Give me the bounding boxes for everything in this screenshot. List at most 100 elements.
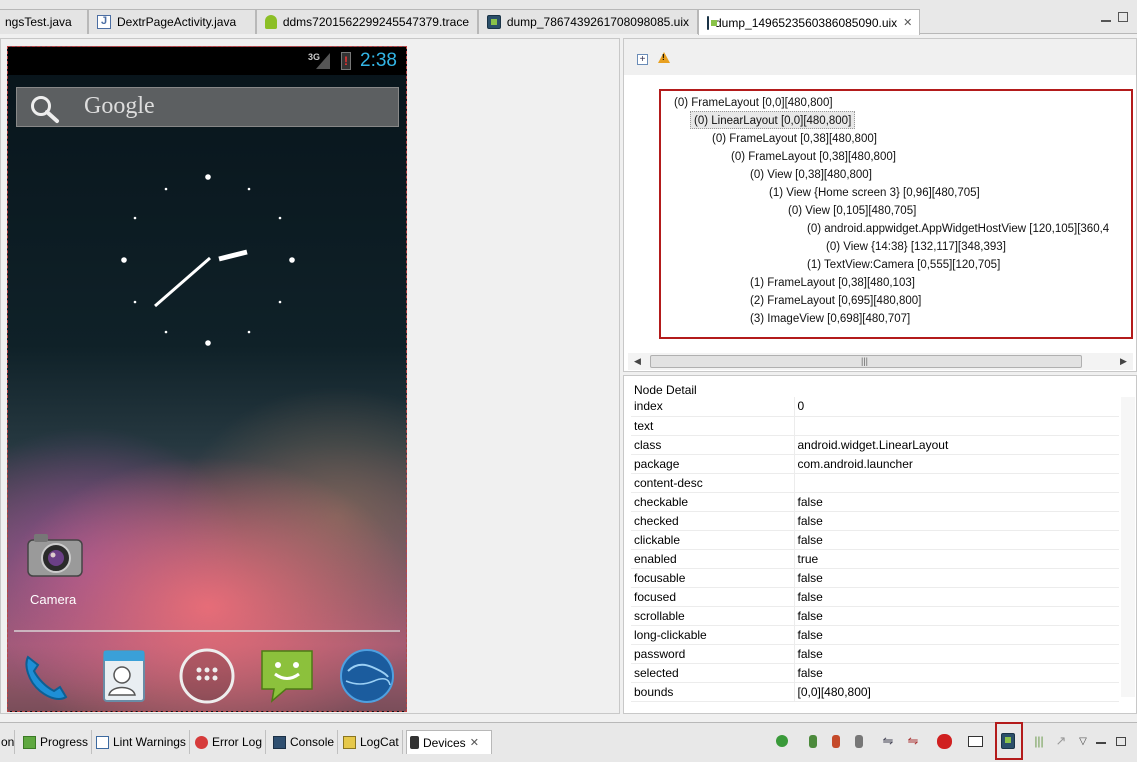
detail-key: long-clickable [631, 625, 795, 645]
tree-node[interactable]: (0) android.appwidget.AppWidgetHostView … [807, 220, 1109, 238]
maximize-icon[interactable] [1118, 12, 1128, 22]
editor-tab[interactable]: dump_7867439261708098085.uix [478, 9, 698, 34]
tree-node[interactable]: (1) FrameLayout [0,38][480,103] [750, 274, 915, 292]
detail-value: false [794, 492, 1119, 512]
warning-icon[interactable] [658, 52, 670, 63]
detail-row[interactable]: text [631, 416, 1119, 436]
vertical-scrollbar[interactable] [1121, 397, 1135, 697]
detail-row[interactable]: scrollable false [631, 606, 1119, 626]
detail-row[interactable]: password false [631, 644, 1119, 664]
screen-capture-icon[interactable] [966, 732, 984, 750]
detail-value: 0 [794, 397, 1119, 417]
tree-node[interactable]: (0) FrameLayout [0,0][480,800] [674, 94, 833, 112]
tree-node[interactable]: (3) ImageView [0,698][480,707] [750, 310, 910, 328]
device-screenshot[interactable]: 3G 2:38 Google [7, 46, 407, 712]
detail-key: content-desc [631, 473, 795, 493]
tree-node[interactable]: (1) TextView:Camera [0,555][120,705] [807, 256, 1000, 274]
camera-app-label: Camera [30, 592, 77, 607]
scroll-left-icon[interactable]: ◀ [634, 356, 641, 367]
contacts-app-icon[interactable] [96, 647, 154, 705]
editor-tab-label: dump_7867439261708098085.uix [506, 15, 689, 29]
tree-node[interactable]: (1) View {Home screen 3} [0,96][480,705] [769, 184, 980, 202]
progress-icon [23, 735, 36, 749]
detail-key: clickable [631, 530, 795, 550]
bottom-tab-label: Lint Warnings [113, 735, 186, 749]
bottom-tab-lint-warnings[interactable]: Lint Warnings [93, 730, 190, 754]
detail-key: focused [631, 587, 795, 607]
detail-key: class [631, 435, 795, 455]
bottom-tab[interactable]: on [0, 730, 15, 754]
bottom-tab-console[interactable]: Console [270, 730, 339, 754]
editor-tab-label: DextrPageActivity.java [117, 15, 237, 29]
close-icon[interactable]: ✕ [470, 736, 479, 749]
editor-tab-active[interactable]: dump_1496523560386085090.uix ✕ [698, 9, 920, 35]
detail-row[interactable]: content-desc [631, 473, 1119, 493]
opengl-trace-icon[interactable]: ↗ [1052, 732, 1070, 750]
bottom-tab-logcat[interactable]: LogCat [340, 730, 403, 754]
tree-toolbar: + [624, 39, 1136, 75]
scroll-right-icon[interactable]: ▶ [1120, 356, 1127, 367]
detail-row[interactable]: focusable false [631, 568, 1119, 588]
tree-node[interactable]: (2) FrameLayout [0,695][480,800] [750, 292, 921, 310]
bottom-tab-progress[interactable]: Progress [20, 730, 93, 754]
scrollbar-thumb[interactable]: ||| [650, 355, 1082, 368]
hierarchy-tree-panel: + (0) FrameLayout [0,0][480,800] (0) Lin… [623, 38, 1137, 372]
detail-row[interactable]: class android.widget.LinearLayout [631, 435, 1119, 455]
editor-tab[interactable]: ddms7201562299245547379.trace [256, 9, 478, 34]
detail-row[interactable]: enabled true [631, 549, 1119, 569]
bottom-tab-devices[interactable]: Devices ✕ [406, 730, 492, 754]
stop-process-icon[interactable] [935, 732, 953, 750]
detail-row[interactable]: checkable false [631, 492, 1119, 512]
detail-row[interactable]: index 0 [631, 397, 1119, 417]
detail-value: false [794, 587, 1119, 607]
expand-all-icon[interactable]: + [637, 54, 648, 65]
messaging-app-icon[interactable] [258, 647, 316, 705]
android-icon [265, 15, 277, 29]
tree-node[interactable]: (0) FrameLayout [0,38][480,800] [712, 130, 877, 148]
dock-divider [14, 630, 400, 632]
update-threads-icon[interactable]: ⇋ [879, 732, 897, 750]
browser-app-icon[interactable] [338, 647, 396, 705]
bottom-tab-error-log[interactable]: Error Log [192, 730, 267, 754]
tree-node[interactable]: (0) FrameLayout [0,38][480,800] [731, 148, 896, 166]
detail-row[interactable]: clickable false [631, 530, 1119, 550]
detail-key: selected [631, 663, 795, 683]
detail-row[interactable]: bounds [0,0][480,800] [631, 682, 1119, 702]
status-time: 2:38 [360, 50, 397, 71]
detail-row[interactable]: focused false [631, 587, 1119, 607]
tree-node[interactable]: (0) View [0,38][480,800] [750, 166, 872, 184]
minimize-icon[interactable] [1101, 20, 1111, 22]
tree-node[interactable]: (0) View [0,105][480,705] [788, 202, 916, 220]
tree-node-selected[interactable]: (0) LinearLayout [0,0][480,800] [690, 111, 856, 129]
detail-key: password [631, 644, 795, 664]
systrace-icon[interactable]: ||| [1030, 732, 1048, 750]
dump-hprof-icon[interactable] [827, 732, 845, 750]
analog-clock-widget[interactable] [118, 172, 298, 352]
detail-row[interactable]: checked false [631, 511, 1119, 531]
detail-row[interactable]: package com.android.launcher [631, 454, 1119, 474]
start-method-profiling-icon[interactable]: ⇋ [904, 732, 922, 750]
tree-node[interactable]: (0) View {14:38} [132,117][348,393] [826, 238, 1006, 256]
scroll-grip: ||| [861, 356, 869, 366]
phone-app-icon[interactable] [16, 647, 74, 705]
view-menu-icon[interactable]: ▽ [1074, 732, 1092, 750]
editor-tab[interactable]: DextrPageActivity.java [88, 9, 256, 34]
minimize-icon[interactable] [1092, 732, 1110, 750]
detail-key: index [631, 397, 795, 417]
close-icon[interactable]: ✕ [903, 16, 912, 29]
google-search-bar[interactable]: Google [16, 87, 399, 127]
editor-tab[interactable]: ngsTest.java [0, 9, 88, 34]
detail-key: focusable [631, 568, 795, 588]
cause-gc-icon[interactable] [850, 732, 868, 750]
debug-process-icon[interactable] [773, 732, 791, 750]
detail-value: false [794, 606, 1119, 626]
detail-row[interactable]: long-clickable false [631, 625, 1119, 645]
bottom-panel-bar: on Progress Lint Warnings Error Log Cons… [0, 722, 1137, 762]
horizontal-scrollbar[interactable]: ◀ ||| ▶ [628, 353, 1133, 370]
update-heap-icon[interactable] [804, 732, 822, 750]
app-drawer-icon[interactable] [178, 647, 236, 705]
detail-value: false [794, 568, 1119, 588]
detail-row[interactable]: selected false [631, 663, 1119, 683]
detail-value: false [794, 644, 1119, 664]
maximize-icon[interactable] [1112, 732, 1130, 750]
